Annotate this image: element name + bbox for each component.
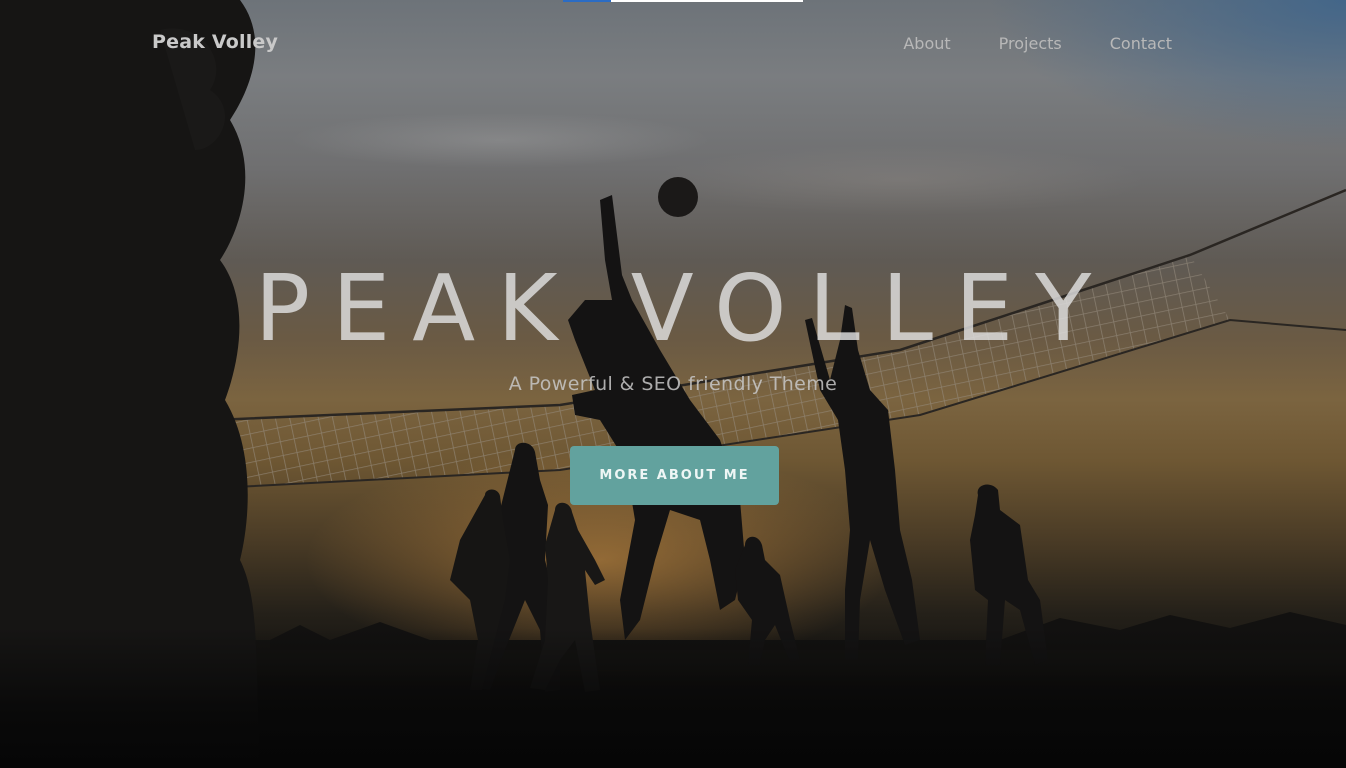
bottom-fade xyxy=(0,628,1346,768)
more-about-me-button[interactable]: MORE ABOUT ME xyxy=(570,446,779,505)
hero-section: Peak Volley About Projects Contact PEAK … xyxy=(0,0,1346,768)
site-logo-link[interactable]: Peak Volley xyxy=(152,31,278,53)
volleyball xyxy=(658,177,698,217)
nav-menu: About Projects Contact xyxy=(903,34,1172,53)
top-navigation: Peak Volley About Projects Contact xyxy=(0,0,1346,88)
nav-item-projects[interactable]: Projects xyxy=(999,34,1062,53)
nav-item-contact[interactable]: Contact xyxy=(1110,34,1172,53)
hero-subtitle: A Powerful & SEO friendly Theme xyxy=(508,373,838,395)
hero-title: PEAK VOLLEY xyxy=(254,255,1114,362)
nav-item-about[interactable]: About xyxy=(903,34,950,53)
